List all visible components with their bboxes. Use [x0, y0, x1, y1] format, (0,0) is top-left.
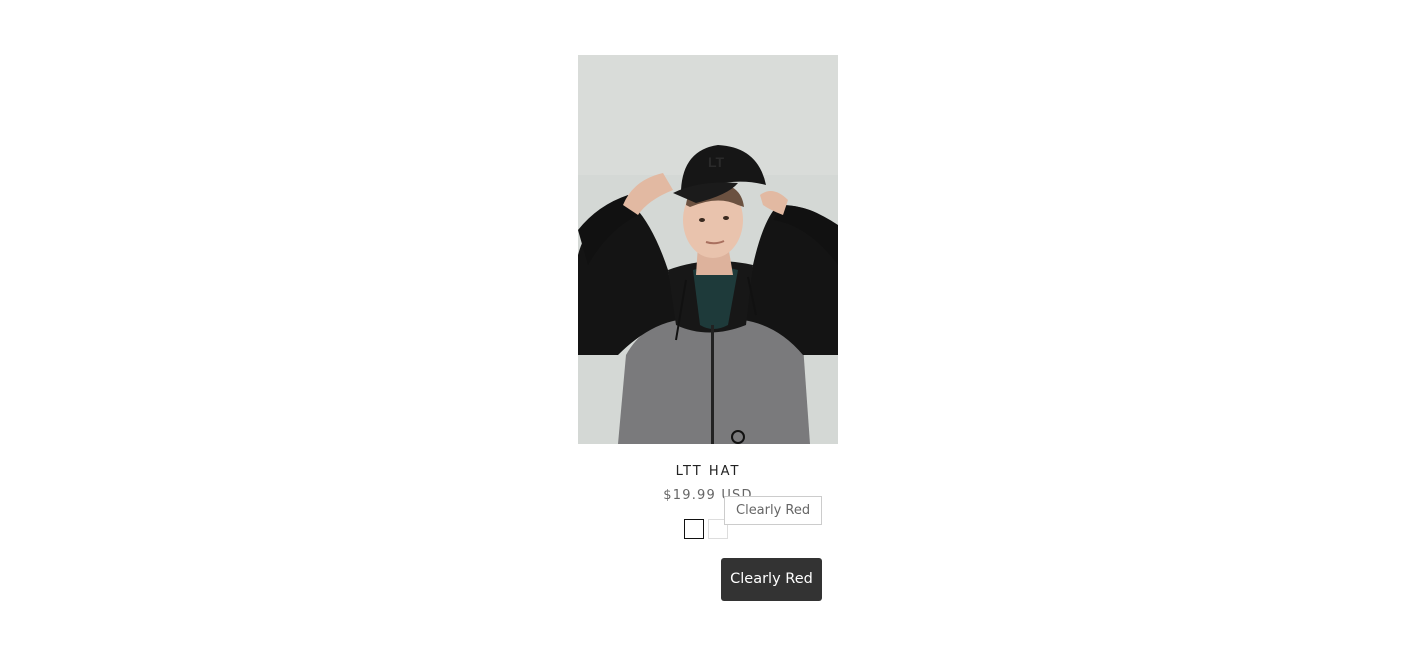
product-image-link[interactable]: LT [578, 55, 838, 444]
browser-title-tooltip: Clearly Red [724, 496, 823, 525]
color-swatches [684, 519, 728, 539]
swatch-black[interactable] [684, 519, 704, 539]
swatch-tooltip: Clearly Red [721, 558, 822, 601]
product-photo: LT [578, 55, 838, 444]
product-title[interactable]: LTT HAT [578, 465, 838, 479]
page: LT LTT HAT $19.99 USD Clearly Red Clearl… [0, 0, 1412, 662]
svg-text:LT: LT [708, 154, 725, 170]
product-card: LT LTT HAT $19.99 USD [578, 55, 838, 539]
